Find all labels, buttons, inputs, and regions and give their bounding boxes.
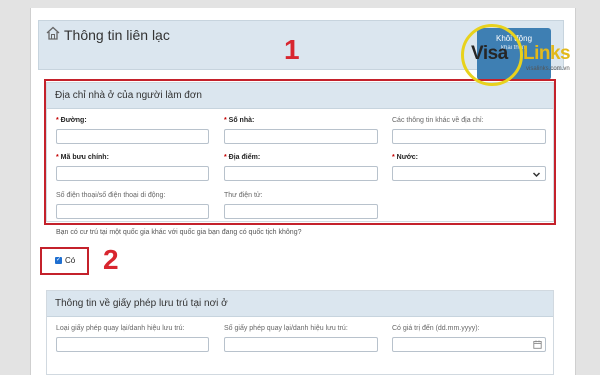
permit-number-input[interactable] <box>224 337 378 352</box>
visalinks-watermark: Visa Links visalinks.com.vn <box>457 20 585 90</box>
watermark-links: Links <box>523 43 571 64</box>
calendar-icon[interactable] <box>533 340 542 349</box>
permit-section: Thông tin về giấy phép lưu trú tại nơi ở <box>46 290 554 375</box>
section-title: Thông tin liên lạc <box>64 27 170 43</box>
permit-number-label: Số giấy phép quay lại/danh hiệu lưu trú: <box>224 325 348 332</box>
valid-until-input[interactable] <box>392 337 546 352</box>
annotation-number-1: 1 <box>284 34 300 65</box>
annotation-number-2: 2 <box>103 244 119 275</box>
permit-type-input[interactable] <box>56 337 209 352</box>
residence-question: Bạn có cư trú tại một quốc gia khác với … <box>56 229 302 236</box>
annotation-box-checkbox <box>40 247 89 275</box>
annotation-box-address <box>44 79 556 225</box>
permit-type-label: Loại giấy phép quay lại/danh hiệu lưu tr… <box>56 325 185 332</box>
valid-until-label: Có giá trị đến (dd.mm.yyyy): <box>392 325 480 332</box>
watermark-visa: Visa <box>471 43 508 64</box>
home-icon <box>46 26 60 40</box>
permit-section-title: Thông tin về giấy phép lưu trú tại nơi ở <box>47 291 553 317</box>
watermark-url: visalinks.com.vn <box>526 66 570 72</box>
